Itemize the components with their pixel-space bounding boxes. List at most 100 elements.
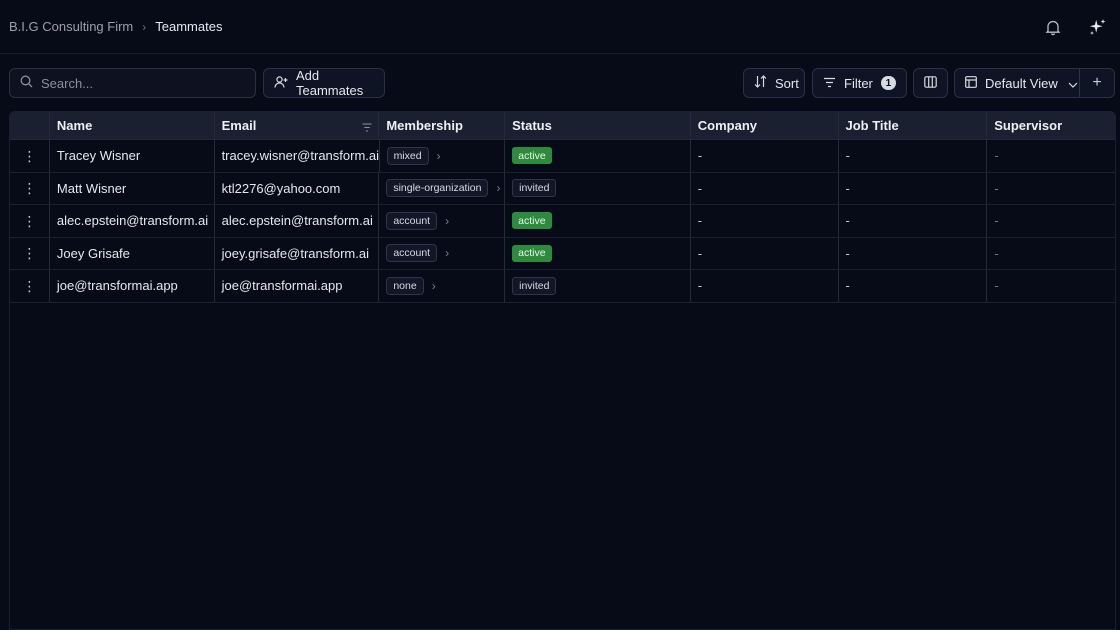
cell-supervisor: - xyxy=(994,245,999,261)
breadcrumb-current: Teammates xyxy=(155,19,223,34)
cell-job-title: - xyxy=(839,140,988,172)
filter-button[interactable]: Filter 1 xyxy=(812,68,907,98)
header-job-title[interactable]: Job Title xyxy=(839,112,988,139)
search-icon xyxy=(20,75,33,91)
cell-company: - xyxy=(691,140,839,172)
cell-status: active xyxy=(505,140,691,172)
table-body: ⋮ Tracey Wisner tracey.wisner@transform.ai… xyxy=(10,140,1115,303)
cell-company: - xyxy=(691,172,839,204)
cell-email: joe@transformai.app xyxy=(215,270,380,302)
cell-membership[interactable]: account › xyxy=(379,237,506,269)
cell-email: alec.epstein@transform.ai xyxy=(215,205,380,237)
chevron-right-icon[interactable]: › xyxy=(496,181,500,195)
row-menu-button[interactable]: ⋮ xyxy=(10,140,50,172)
search-input[interactable] xyxy=(41,75,241,91)
membership-chip: account xyxy=(386,211,438,230)
cell-supervisor: - xyxy=(994,148,999,164)
cell-email: joey.grisafe@transform.ai xyxy=(215,237,380,269)
filter-count-badge: 1 xyxy=(880,76,896,90)
cell-company: - xyxy=(691,237,839,269)
table-row[interactable]: ⋮ Joey Grisafe joey.grisafe@transform.ai ac… xyxy=(10,237,1115,270)
cell-membership[interactable]: account › xyxy=(379,205,506,237)
status-badge: active xyxy=(512,147,552,165)
cell-email: tracey.wisner@transform.ai xyxy=(215,140,380,172)
row-menu-button[interactable]: ⋮ xyxy=(10,205,50,237)
header-name[interactable]: Name xyxy=(50,112,215,139)
cell-membership[interactable]: none › xyxy=(379,270,506,302)
cell-company: - xyxy=(691,270,839,302)
cell-supervisor: - xyxy=(994,278,999,294)
sparkle-icon[interactable] xyxy=(1086,16,1108,38)
header-supervisor[interactable]: Supervisor xyxy=(987,112,1115,139)
kebab-icon: ⋮ xyxy=(22,245,37,262)
kebab-icon: ⋮ xyxy=(22,147,37,164)
cell-status: invited xyxy=(505,172,691,204)
filter-label: Filter xyxy=(844,75,873,91)
header-email[interactable]: Email xyxy=(215,112,380,139)
kebab-icon: ⋮ xyxy=(22,212,37,229)
toolbar: Add Teammates Sort Filter 1 xyxy=(9,68,1116,98)
chevron-right-icon[interactable]: › xyxy=(445,214,449,228)
header-membership[interactable]: Membership xyxy=(379,112,506,139)
sort-icon xyxy=(754,75,767,91)
cell-name: Tracey Wisner xyxy=(50,140,215,172)
top-bar: B.I.G Consulting Firm › Teammates xyxy=(0,0,1120,54)
cell-supervisor: - xyxy=(994,213,999,229)
table-row[interactable]: ⋮ joe@transformai.app joe@transformai.app n… xyxy=(10,270,1115,303)
cell-membership[interactable]: mixed › xyxy=(380,140,506,172)
cell-name: Joey Grisafe xyxy=(50,237,215,269)
plus-icon: + xyxy=(1092,74,1102,91)
membership-chip: mixed xyxy=(386,146,429,165)
chevron-right-icon[interactable]: › xyxy=(445,246,449,260)
default-view-dropdown[interactable]: Default View xyxy=(955,69,1080,97)
add-view-button[interactable]: + xyxy=(1080,69,1114,97)
kebab-icon: ⋮ xyxy=(22,180,37,197)
kebab-icon: ⋮ xyxy=(22,277,37,294)
header-status[interactable]: Status xyxy=(505,112,691,139)
status-badge: invited xyxy=(512,179,557,198)
row-menu-button[interactable]: ⋮ xyxy=(10,270,50,302)
chevron-right-icon[interactable]: › xyxy=(437,149,441,163)
row-menu-button[interactable]: ⋮ xyxy=(10,237,50,269)
cell-job-title: - xyxy=(839,270,988,302)
breadcrumb-root[interactable]: B.I.G Consulting Firm xyxy=(9,19,133,34)
cell-job-title: - xyxy=(839,205,988,237)
status-badge: active xyxy=(512,212,552,230)
teammates-table: Name Email Membership Status Company Job… xyxy=(9,111,1116,630)
cell-status: active xyxy=(505,237,691,269)
cell-supervisor: - xyxy=(994,180,999,196)
add-user-icon xyxy=(274,75,288,92)
table-header: Name Email Membership Status Company Job… xyxy=(10,112,1115,140)
add-teammates-label: Add Teammates xyxy=(296,68,364,98)
cell-status: invited xyxy=(505,270,691,302)
view-label: Default View xyxy=(985,75,1058,91)
view-selector: Default View + xyxy=(954,68,1115,98)
breadcrumb-separator: › xyxy=(142,19,147,34)
cell-membership[interactable]: single-organization › xyxy=(379,172,506,204)
header-actions xyxy=(10,112,50,139)
column-filter-icon[interactable] xyxy=(362,120,372,135)
add-teammates-button[interactable]: Add Teammates xyxy=(263,68,385,98)
search-box[interactable] xyxy=(9,68,256,98)
sort-label: Sort xyxy=(775,75,799,91)
sort-button[interactable]: Sort xyxy=(743,68,805,98)
cell-status: active xyxy=(505,205,691,237)
columns-button[interactable] xyxy=(913,68,948,98)
membership-chip: single-organization xyxy=(386,179,489,198)
table-row[interactable]: ⋮ Matt Wisner ktl2276@yahoo.com single-orga… xyxy=(10,172,1115,205)
table-row[interactable]: ⋮ Tracey Wisner tracey.wisner@transform.ai… xyxy=(10,140,1115,173)
row-menu-button[interactable]: ⋮ xyxy=(10,172,50,204)
header-email-label: Email xyxy=(221,118,257,133)
chevron-right-icon[interactable]: › xyxy=(432,279,436,293)
cell-job-title: - xyxy=(839,172,988,204)
breadcrumb: B.I.G Consulting Firm › Teammates xyxy=(9,19,222,34)
bell-icon[interactable] xyxy=(1042,16,1064,38)
status-badge: invited xyxy=(512,276,557,295)
status-badge: active xyxy=(512,244,552,262)
cell-company: - xyxy=(691,205,839,237)
filter-icon xyxy=(823,76,836,91)
membership-chip: account xyxy=(386,244,438,263)
cell-job-title: - xyxy=(839,237,988,269)
header-company[interactable]: Company xyxy=(691,112,839,139)
table-row[interactable]: ⋮ alec.epstein@transform.ai alec.epstein@t… xyxy=(10,205,1115,238)
